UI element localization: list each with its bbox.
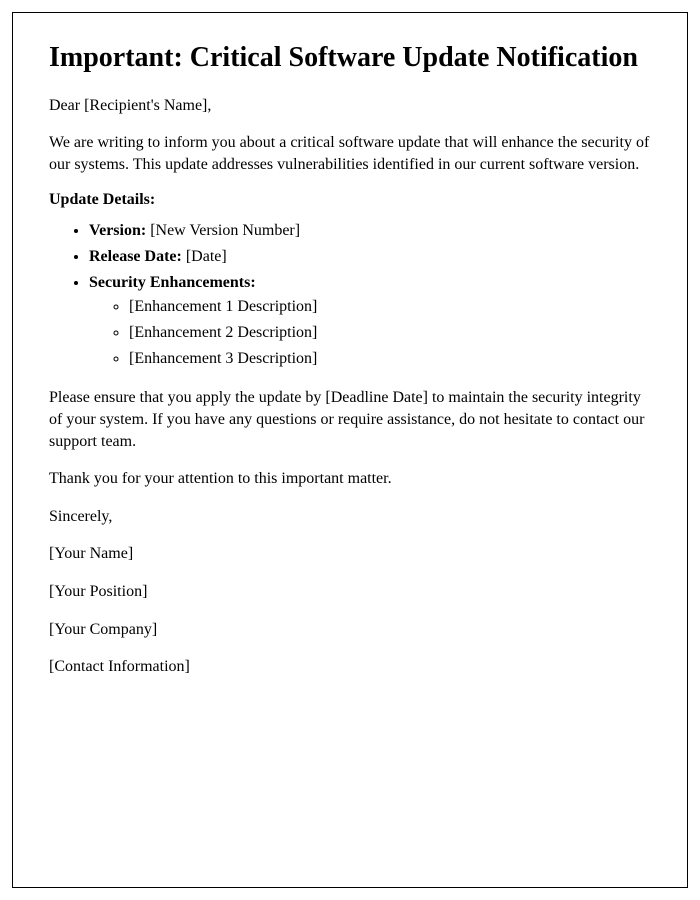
version-value: [New Version Number]: [146, 222, 300, 239]
enhancements-list: [Enhancement 1 Description] [Enhancement…: [129, 295, 651, 371]
document-page: Important: Critical Software Update Noti…: [12, 12, 688, 888]
page-title: Important: Critical Software Update Noti…: [49, 41, 651, 75]
enhancement-item: [Enhancement 3 Description]: [129, 347, 651, 371]
deadline-paragraph: Please ensure that you apply the update …: [49, 387, 651, 452]
detail-release-date: Release Date: [Date]: [89, 245, 651, 269]
intro-paragraph: We are writing to inform you about a cri…: [49, 132, 651, 175]
signature-contact: [Contact Information]: [49, 656, 651, 678]
signature-company: [Your Company]: [49, 619, 651, 641]
thanks-paragraph: Thank you for your attention to this imp…: [49, 468, 651, 490]
update-details-label: Update Details:: [49, 191, 651, 209]
enhancement-item: [Enhancement 1 Description]: [129, 295, 651, 319]
detail-security: Security Enhancements: [Enhancement 1 De…: [89, 271, 651, 371]
signature-name: [Your Name]: [49, 543, 651, 565]
signature-position: [Your Position]: [49, 581, 651, 603]
update-details-list: Version: [New Version Number] Release Da…: [89, 219, 651, 371]
enhancement-item: [Enhancement 2 Description]: [129, 321, 651, 345]
security-enhancements-label: Security Enhancements:: [89, 274, 256, 291]
release-date-label: Release Date:: [89, 248, 182, 265]
closing-line: Sincerely,: [49, 506, 651, 528]
release-date-value: [Date]: [182, 248, 227, 265]
version-label: Version:: [89, 222, 146, 239]
greeting-line: Dear [Recipient's Name],: [49, 95, 651, 117]
detail-version: Version: [New Version Number]: [89, 219, 651, 243]
